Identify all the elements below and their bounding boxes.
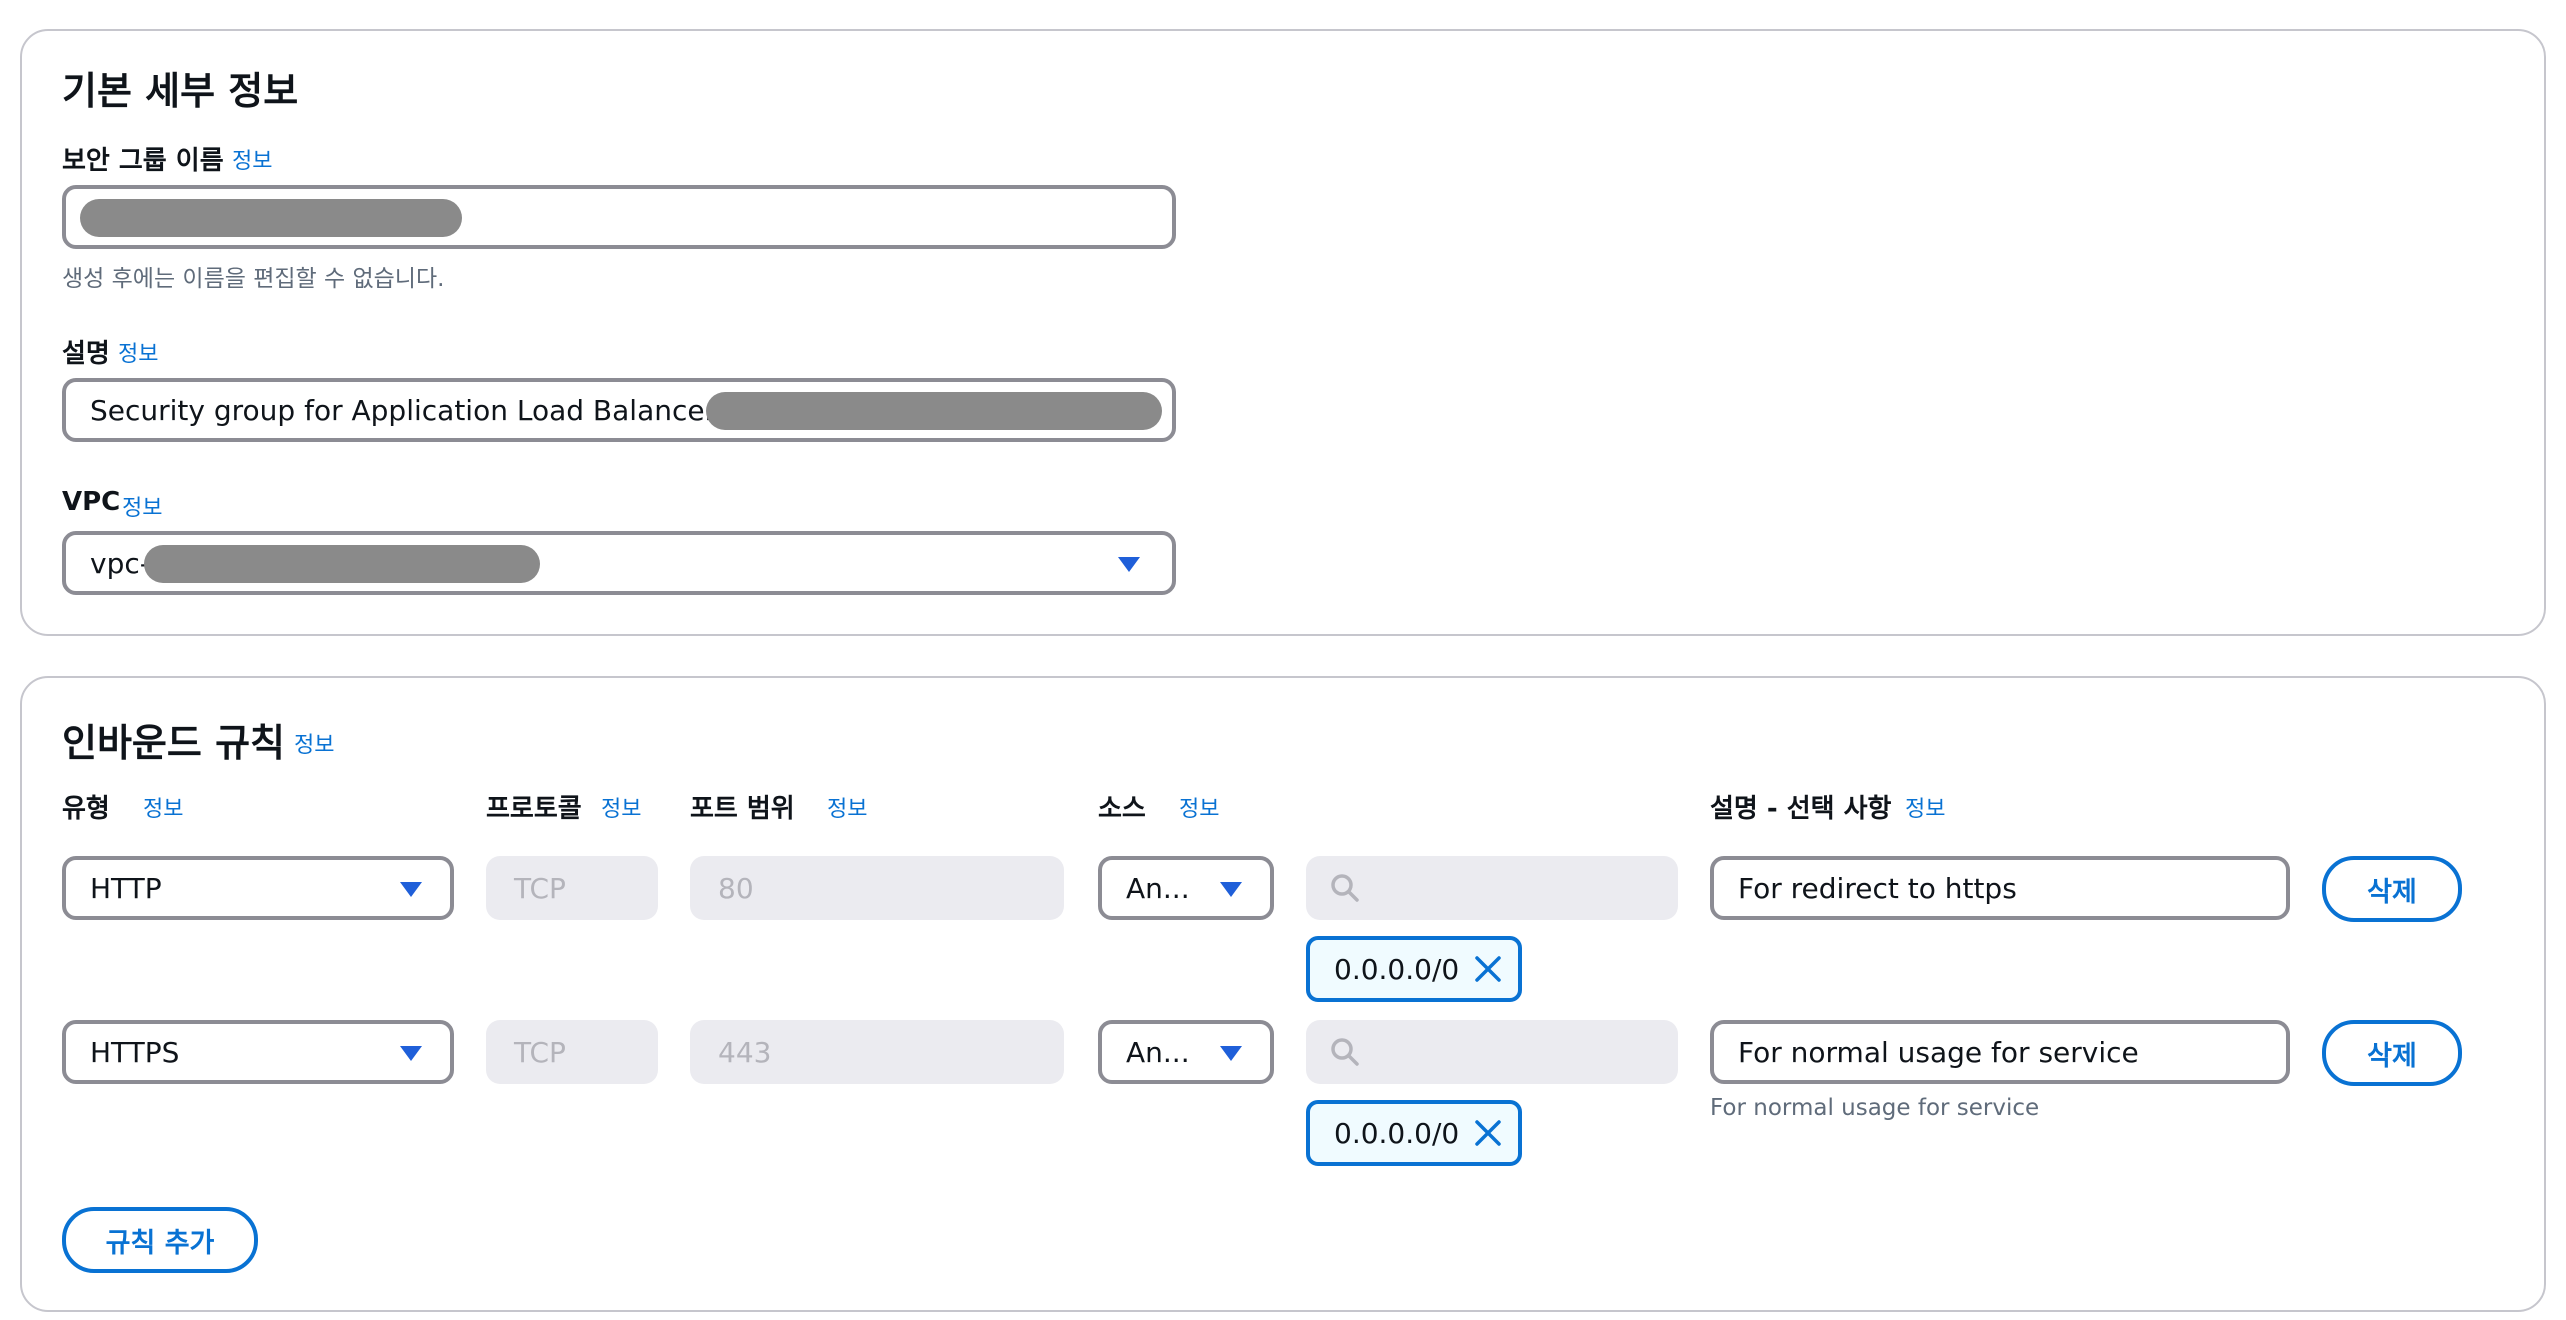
rule-source-value: An... (1126, 871, 1190, 905)
rule-description-input[interactable]: For normal usage for service (1710, 1020, 2290, 1084)
vpc-info-link[interactable]: 정보 (122, 490, 162, 522)
rule-protocol-value: TCP (514, 1035, 566, 1069)
description-input[interactable]: Security group for Application Load Bala… (62, 378, 1176, 442)
vpc-label: VPC (62, 487, 121, 517)
description-label: 설명 (62, 339, 110, 369)
column-header-source: 소스 (1098, 794, 1146, 824)
sg-name-input[interactable] (62, 185, 1176, 249)
redacted-value (706, 392, 1162, 430)
column-header-port-range: 포트 범위 (690, 794, 795, 824)
rule-description-hint: For normal usage for service (1710, 1095, 2040, 1121)
rule-type-select[interactable]: HTTPS (62, 1020, 454, 1084)
column-header-type: 유형 (62, 794, 110, 824)
source-info-link[interactable]: 정보 (1179, 791, 1219, 823)
caret-down-icon (400, 882, 422, 897)
close-icon[interactable] (1474, 955, 1502, 983)
redacted-value (144, 545, 540, 583)
description-info-link[interactable]: 정보 (118, 336, 158, 368)
vpc-value: vpc- (90, 546, 150, 580)
inbound-rules-title: 인바운드 규칙 (62, 721, 285, 765)
rule-source-select[interactable]: An... (1098, 1020, 1274, 1084)
add-rule-button[interactable]: 규칙 추가 (62, 1207, 258, 1273)
rule-description-value: For redirect to https (1738, 871, 2017, 905)
rule-source-value: An... (1126, 1035, 1190, 1069)
sg-name-label: 보안 그룹 이름 (62, 146, 224, 176)
basic-details-title: 기본 세부 정보 (62, 69, 299, 113)
delete-rule-button[interactable]: 삭제 (2322, 856, 2462, 922)
rule-type-value: HTTPS (90, 1035, 180, 1069)
rule-type-value: HTTP (90, 871, 162, 905)
caret-down-icon (1118, 557, 1140, 572)
rule-port-value: 443 (718, 1035, 772, 1069)
type-info-link[interactable]: 정보 (143, 791, 183, 823)
vpc-select[interactable]: vpc- (62, 531, 1176, 595)
rule-source-select[interactable]: An... (1098, 856, 1274, 920)
rule-description-value: For normal usage for service (1738, 1035, 2139, 1069)
rule-port-field: 443 (690, 1020, 1064, 1084)
caret-down-icon (400, 1046, 422, 1061)
cidr-token: 0.0.0.0/0 (1306, 1100, 1522, 1166)
port-range-info-link[interactable]: 정보 (827, 791, 867, 823)
cidr-search-input[interactable] (1306, 1020, 1678, 1084)
rule-protocol-field: TCP (486, 856, 658, 920)
rule-port-field: 80 (690, 856, 1064, 920)
cidr-value: 0.0.0.0/0 (1334, 1116, 1460, 1150)
column-header-protocol: 프로토콜 (486, 794, 582, 824)
close-icon[interactable] (1474, 1119, 1502, 1147)
delete-rule-button[interactable]: 삭제 (2322, 1020, 2462, 1086)
redacted-value (80, 199, 462, 237)
protocol-info-link[interactable]: 정보 (601, 791, 641, 823)
cidr-search-input[interactable] (1306, 856, 1678, 920)
rule-protocol-field: TCP (486, 1020, 658, 1084)
column-header-description: 설명 - 선택 사항 (1710, 794, 1892, 824)
description-value: Security group for Application Load Bala… (90, 393, 752, 427)
rule-type-select[interactable]: HTTP (62, 856, 454, 920)
caret-down-icon (1220, 1046, 1242, 1061)
sg-name-hint: 생성 후에는 이름을 편집할 수 없습니다. (62, 266, 445, 292)
caret-down-icon (1220, 882, 1242, 897)
cidr-value: 0.0.0.0/0 (1334, 952, 1460, 986)
cidr-token: 0.0.0.0/0 (1306, 936, 1522, 1002)
search-icon (1331, 874, 1359, 902)
rule-protocol-value: TCP (514, 871, 566, 905)
inbound-rules-panel (20, 676, 2546, 1312)
search-icon (1331, 1038, 1359, 1066)
sg-name-info-link[interactable]: 정보 (232, 143, 272, 175)
description-info-link[interactable]: 정보 (1905, 791, 1945, 823)
rule-port-value: 80 (718, 871, 754, 905)
inbound-rules-info-link[interactable]: 정보 (294, 727, 334, 759)
rule-description-input[interactable]: For redirect to https (1710, 856, 2290, 920)
